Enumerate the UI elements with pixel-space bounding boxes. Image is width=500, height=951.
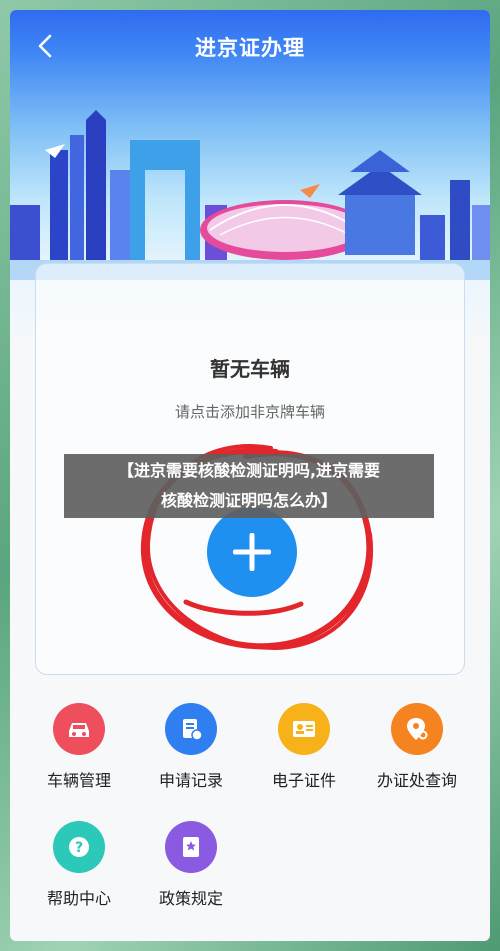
menu-label: 政策规定 <box>158 889 223 908</box>
menu-label: 电子证件 <box>271 771 336 790</box>
add-vehicle-hint: 请点击添加非京牌车辆 <box>174 403 325 421</box>
menu-item-office-lookup[interactable]: 办证处查询 <box>357 703 477 791</box>
caption-line-2: 核酸检测证明吗怎么办】 <box>160 491 337 510</box>
help-icon: ? <box>53 821 105 873</box>
caption-line-1: 【进京需要核酸检测证明吗,进京需要 <box>117 461 381 480</box>
page-title: 进京证办理 <box>195 36 305 60</box>
menu-item-policy-rules[interactable]: 政策规定 <box>131 821 251 909</box>
menu-item-help-center[interactable]: ? 帮助中心 <box>19 821 139 909</box>
no-vehicle-text: 暂无车辆 <box>210 357 290 381</box>
car-icon <box>53 703 105 755</box>
app-frame: 进京证办理 暂无车辆 请点击添加非京牌车辆 【进京需要核酸检测证明吗,进京需要 … <box>10 10 490 941</box>
location-search-icon <box>391 703 443 755</box>
menu-item-vehicle-management[interactable]: 车辆管理 <box>19 703 139 791</box>
menu-label: 车辆管理 <box>46 771 111 790</box>
city-skyline-illustration <box>10 110 490 280</box>
policy-book-icon <box>165 821 217 873</box>
document-record-icon <box>165 703 217 755</box>
menu-item-application-records[interactable]: 申请记录 <box>131 703 251 791</box>
menu-label: 办证处查询 <box>376 771 457 790</box>
chevron-left-icon <box>38 34 52 58</box>
id-card-icon <box>278 703 330 755</box>
app-header: 进京证办理 <box>10 10 490 84</box>
svg-text:?: ? <box>75 840 83 856</box>
overlay-caption: 【进京需要核酸检测证明吗,进京需要 核酸检测证明吗怎么办】 <box>64 454 434 518</box>
back-button[interactable] <box>32 32 60 60</box>
menu-label: 申请记录 <box>158 771 223 790</box>
menu-label: 帮助中心 <box>46 889 111 908</box>
menu-item-electronic-documents[interactable]: 电子证件 <box>244 703 364 791</box>
plus-icon <box>233 533 271 571</box>
add-vehicle-button[interactable] <box>207 507 297 597</box>
